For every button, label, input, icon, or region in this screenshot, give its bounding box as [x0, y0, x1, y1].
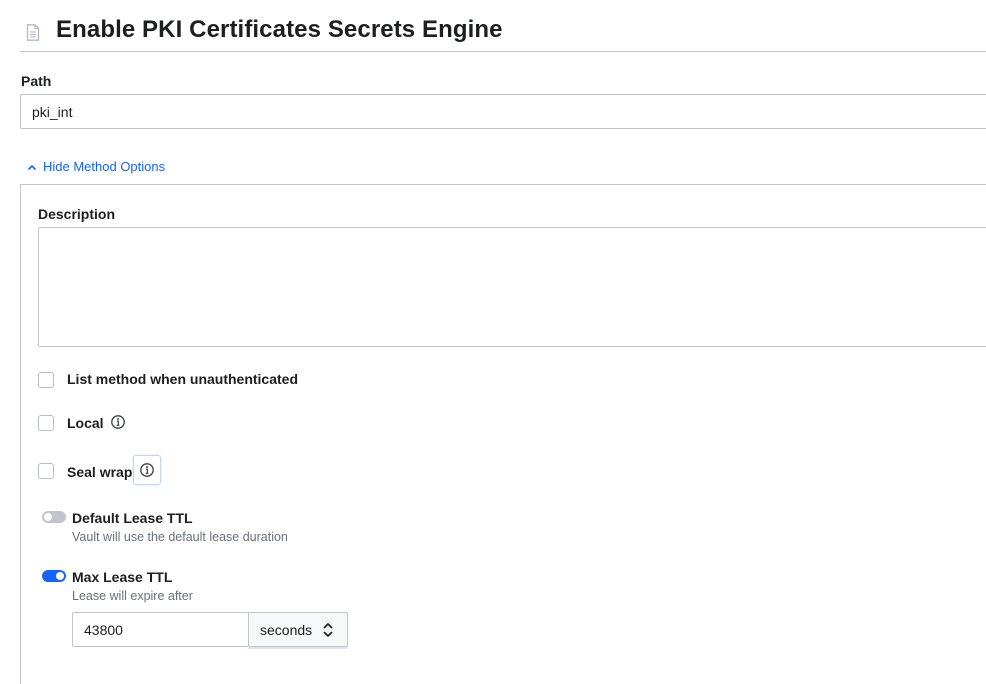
- seal-wrap-info-button[interactable]: [133, 455, 161, 485]
- ttl-unit-select[interactable]: seconds: [248, 612, 348, 647]
- path-label: Path: [21, 73, 52, 89]
- toggle-knob: [44, 513, 52, 521]
- page-title: Enable PKI Certificates Secrets Engine: [56, 16, 503, 43]
- seal-wrap-checkbox[interactable]: [38, 463, 54, 479]
- info-icon: [140, 463, 154, 477]
- document-icon: [26, 24, 40, 41]
- max-lease-ttl-help: Lease will expire after: [72, 589, 193, 603]
- description-textarea[interactable]: [38, 227, 986, 347]
- seal-wrap-label: Seal wrap: [67, 464, 133, 480]
- ttl-unit-value: seconds: [260, 621, 313, 638]
- hide-method-options-toggle[interactable]: Hide Method Options: [27, 159, 165, 174]
- local-label: Local: [67, 415, 104, 431]
- list-unauthenticated-checkbox[interactable]: [38, 372, 54, 388]
- hide-method-options-label: Hide Method Options: [43, 159, 166, 174]
- path-input-value: pki_int: [32, 103, 73, 120]
- info-icon[interactable]: [110, 414, 126, 430]
- path-input[interactable]: pki_int: [20, 94, 986, 129]
- max-lease-ttl-toggle[interactable]: [42, 570, 66, 582]
- chevron-up-icon: [28, 164, 36, 170]
- select-arrows-icon: [323, 623, 333, 637]
- max-lease-ttl-value: 43800: [84, 621, 123, 638]
- description-label: Description: [38, 206, 116, 222]
- page-header: Enable PKI Certificates Secrets Engine: [20, 0, 986, 52]
- list-unauthenticated-label: List method when unauthenticated: [67, 371, 299, 387]
- default-lease-ttl-help: Vault will use the default lease duratio…: [72, 530, 288, 544]
- max-lease-ttl-label: Max Lease TTL: [72, 569, 173, 585]
- default-lease-ttl-label: Default Lease TTL: [72, 510, 193, 526]
- local-checkbox[interactable]: [38, 415, 54, 431]
- max-lease-ttl-input[interactable]: 43800: [72, 612, 249, 647]
- toggle-knob: [56, 572, 64, 580]
- default-lease-ttl-toggle[interactable]: [42, 511, 66, 523]
